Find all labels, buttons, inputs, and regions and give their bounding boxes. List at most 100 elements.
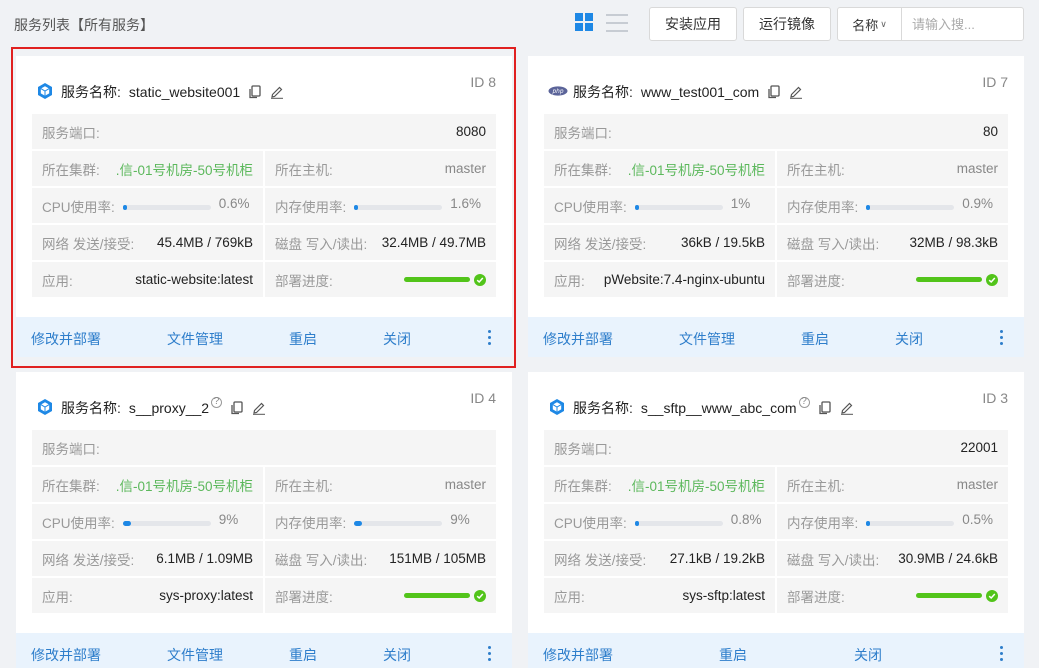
disk-cell: 磁盘 写入/读出: 30.9MB / 24.6kB — [777, 541, 1008, 576]
mem-value: 0.5% — [962, 512, 994, 527]
host-label: 所在主机: — [787, 478, 845, 494]
card-header: 服务名称: static_website001 ID 8 — [16, 56, 512, 114]
service-title: 服务名称: s__sftp__www_abc_com ? — [573, 396, 854, 418]
service-name-label: 服务名称: — [573, 84, 633, 100]
cpu-progress-bar — [122, 521, 211, 526]
app-cell: 应用: sys-sftp:latest — [544, 578, 775, 613]
app-label: 应用: — [554, 589, 585, 605]
card-action-3[interactable]: 关闭 — [895, 329, 923, 349]
app-cell: 应用: pWebsite:7.4-nginx-ubuntu — [544, 262, 775, 297]
deploy-progress-bar — [404, 593, 470, 598]
more-icon[interactable] — [488, 329, 492, 345]
host-cell: 所在主机: master — [265, 467, 496, 502]
copy-icon[interactable] — [248, 85, 262, 99]
service-name[interactable]: www_test001_com — [641, 84, 759, 100]
service-id: ID 4 — [470, 390, 496, 406]
service-name[interactable]: static_website001 — [129, 84, 240, 100]
deploy-progress-bar — [404, 277, 470, 282]
more-icon[interactable] — [1000, 329, 1004, 345]
card-action-2[interactable]: 关闭 — [854, 645, 882, 665]
disk-value: 151MB / 105MB — [389, 551, 486, 566]
port-cell: 服务端口: 80 — [544, 114, 1008, 149]
net-label: 网络 发送/接受: — [554, 552, 647, 568]
app-cell: 应用: static-website:latest — [32, 262, 263, 297]
app-label: 应用: — [554, 273, 585, 289]
disk-cell: 磁盘 写入/读出: 151MB / 105MB — [265, 541, 496, 576]
card-action-2[interactable]: 重启 — [289, 329, 317, 349]
app-label: 应用: — [42, 273, 73, 289]
cube-icon — [36, 82, 54, 100]
search-input[interactable] — [902, 8, 1023, 40]
help-icon[interactable]: ? — [798, 396, 810, 408]
port-label: 服务端口: — [42, 441, 100, 457]
list-view-icon[interactable] — [606, 14, 628, 32]
host-cell: 所在主机: master — [265, 151, 496, 186]
cluster-value[interactable]: .信-01号机房-50号机柜 — [116, 159, 253, 179]
service-id: ID 8 — [470, 74, 496, 90]
edit-icon[interactable] — [270, 85, 284, 99]
cluster-value[interactable]: .信-01号机房-50号机柜 — [116, 475, 253, 495]
disk-cell: 磁盘 写入/读出: 32.4MB / 49.7MB — [265, 225, 496, 260]
deploy-label: 部署进度: — [275, 273, 333, 289]
cpu-label: CPU使用率: — [554, 515, 627, 531]
deploy-cell: 部署进度: — [777, 262, 1008, 297]
card-action-3[interactable]: 关闭 — [383, 329, 411, 349]
cube-icon — [548, 398, 566, 416]
app-value: sys-proxy:latest — [159, 588, 253, 603]
card-action-0[interactable]: 修改并部署 — [543, 645, 613, 665]
copy-icon[interactable] — [818, 401, 832, 415]
search-group: 名称 ∨ — [837, 7, 1024, 41]
service-title: 服务名称: s__proxy__2 ? — [61, 396, 266, 418]
host-cell: 所在主机: master — [777, 467, 1008, 502]
page-title: 服务列表【所有服务】 — [14, 17, 154, 33]
card-action-2[interactable]: 重启 — [289, 645, 317, 665]
deploy-progress-bar — [916, 593, 982, 598]
card-action-2[interactable]: 重启 — [801, 329, 829, 349]
card-action-1[interactable]: 重启 — [719, 645, 747, 665]
deploy-progress-bar — [916, 277, 982, 282]
cluster-value[interactable]: .信-01号机房-50号机柜 — [628, 159, 765, 179]
card-info-grid: 服务端口: 22001 所在集群: .信-01号机房-50号机柜 所在主机: m… — [544, 430, 1008, 613]
service-card: php 服务名称: www_test001_com ID 7 服务端口: 80 — [528, 56, 1024, 357]
card-info-grid: 服务端口: 8080 所在集群: .信-01号机房-50号机柜 所在主机: ma… — [32, 114, 496, 297]
port-label: 服务端口: — [42, 125, 100, 141]
grid-view-icon[interactable] — [575, 13, 595, 33]
edit-icon[interactable] — [789, 85, 803, 99]
card-action-1[interactable]: 文件管理 — [167, 329, 223, 349]
edit-icon[interactable] — [840, 401, 854, 415]
card-action-1[interactable]: 文件管理 — [679, 329, 735, 349]
mem-progress-bar — [866, 521, 955, 526]
card-action-3[interactable]: 关闭 — [383, 645, 411, 665]
service-card: 服务名称: s__proxy__2 ? ID 4 服务端口: 所在集群: .信-… — [16, 372, 512, 668]
more-icon[interactable] — [488, 645, 492, 661]
service-name[interactable]: s__sftp__www_abc_com — [641, 400, 797, 416]
cluster-label: 所在集群: — [42, 478, 100, 494]
check-circle-icon — [986, 273, 998, 286]
net-value: 45.4MB / 769kB — [156, 235, 253, 250]
card-action-0[interactable]: 修改并部署 — [543, 329, 613, 349]
app-value: sys-sftp:latest — [682, 588, 765, 603]
host-label: 所在主机: — [275, 478, 333, 494]
card-action-0[interactable]: 修改并部署 — [31, 329, 101, 349]
copy-icon[interactable] — [767, 85, 781, 99]
net-label: 网络 发送/接受: — [42, 236, 135, 252]
service-name[interactable]: s__proxy__2 — [129, 400, 209, 416]
host-value: master — [956, 161, 998, 176]
cluster-value[interactable]: .信-01号机房-50号机柜 — [628, 475, 765, 495]
card-header: php 服务名称: www_test001_com ID 7 — [528, 56, 1024, 114]
search-type-select[interactable]: 名称 ∨ — [838, 8, 902, 40]
run-image-button[interactable]: 运行镜像 — [743, 7, 831, 41]
card-action-1[interactable]: 文件管理 — [167, 645, 223, 665]
card-action-0[interactable]: 修改并部署 — [31, 645, 101, 665]
net-cell: 网络 发送/接受: 27.1kB / 19.2kB — [544, 541, 775, 576]
edit-icon[interactable] — [252, 401, 266, 415]
help-icon[interactable]: ? — [211, 396, 223, 408]
svg-text:php: php — [551, 89, 563, 95]
more-icon[interactable] — [1000, 645, 1004, 661]
install-app-button[interactable]: 安装应用 — [649, 7, 737, 41]
mem-progress-bar — [866, 205, 955, 210]
copy-icon[interactable] — [230, 401, 244, 415]
cpu-cell: CPU使用率: 1% — [544, 188, 775, 223]
port-cell: 服务端口: 22001 — [544, 430, 1008, 465]
port-cell: 服务端口: — [32, 430, 496, 465]
